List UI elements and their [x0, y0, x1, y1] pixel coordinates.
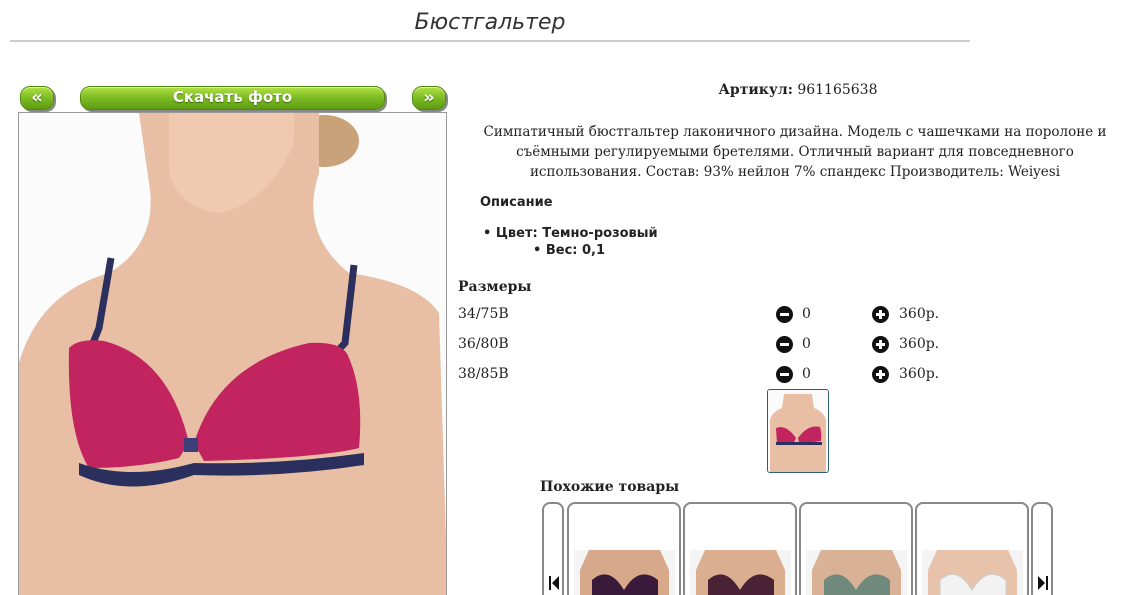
size-price: 360р.	[899, 336, 940, 352]
thumbnail-image	[768, 390, 828, 472]
size-label: 36/80B	[458, 336, 509, 352]
description-heading: Описание	[480, 195, 553, 210]
attribute-color: • Цвет: Темно-розовый	[483, 226, 658, 241]
skip-next-icon	[1038, 576, 1048, 590]
similar-product-card[interactable]	[915, 502, 1029, 595]
size-quantity: 0	[802, 336, 811, 352]
similar-product-image	[922, 550, 1023, 595]
article-line: Артикул: 961165638	[458, 82, 1131, 98]
similar-product-card[interactable]	[683, 502, 797, 595]
size-row: 34/75B 0 360р.	[458, 306, 978, 326]
attribute-weight-text: Вес: 0,1	[545, 243, 606, 258]
article-label: Артикул:	[718, 82, 793, 98]
plus-circle-icon[interactable]	[872, 366, 889, 383]
plus-circle-icon[interactable]	[872, 336, 889, 353]
minus-circle-icon[interactable]	[776, 336, 793, 353]
attribute-weight: • Вес: 0,1	[533, 243, 606, 258]
similar-product-image	[690, 550, 791, 595]
similar-product-card[interactable]	[799, 502, 913, 595]
page-title: Бюстгальтер	[10, 10, 970, 42]
attribute-color-text: Цвет: Темно-розовый	[495, 226, 658, 241]
download-photo-button[interactable]: Скачать фото	[80, 86, 385, 110]
size-label: 38/85B	[458, 366, 509, 382]
size-quantity: 0	[802, 306, 811, 322]
product-description: Симпатичный бюстгальтер лаконичного диза…	[483, 124, 1107, 180]
size-price: 360р.	[899, 306, 940, 322]
size-price: 360р.	[899, 366, 940, 382]
minus-circle-icon[interactable]	[776, 366, 793, 383]
size-quantity: 0	[802, 366, 811, 382]
main-product-photo[interactable]	[18, 112, 447, 595]
photo-thumbnail[interactable]	[767, 389, 829, 473]
carousel-prev-button[interactable]	[542, 502, 564, 595]
next-photo-button[interactable]: »	[412, 86, 446, 110]
skip-previous-icon	[549, 576, 559, 590]
size-label: 34/75B	[458, 306, 509, 322]
product-photo-image	[19, 113, 446, 595]
size-row: 38/85B 0 360р.	[458, 366, 978, 386]
sizes-heading: Размеры	[458, 279, 532, 295]
similar-products-heading: Похожие товары	[540, 479, 680, 495]
article-value: 961165638	[797, 82, 878, 98]
minus-circle-icon[interactable]	[776, 306, 793, 323]
similar-product-image	[806, 550, 907, 595]
plus-circle-icon[interactable]	[872, 306, 889, 323]
similar-product-image	[574, 550, 675, 595]
size-row: 36/80B 0 360р.	[458, 336, 978, 356]
carousel-next-button[interactable]	[1031, 502, 1053, 595]
similar-product-card[interactable]	[567, 502, 681, 595]
prev-photo-button[interactable]: «	[20, 86, 54, 110]
